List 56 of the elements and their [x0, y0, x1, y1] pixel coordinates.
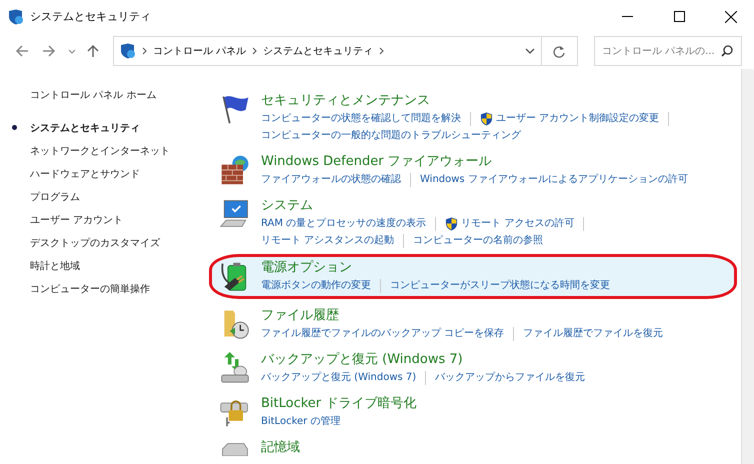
task-link[interactable]: コンピューターの名前の参照 — [413, 234, 552, 248]
task-link[interactable]: コンピューターの一般的な問題のトラブルシューティング — [261, 128, 530, 142]
category-title-link[interactable]: Windows Defender ファイアウォール — [261, 152, 706, 171]
task-link[interactable]: ファイル履歴でファイルのバックアップ コピーを保存 — [261, 326, 514, 340]
task-link[interactable]: リモート アシスタンスの起動 — [261, 234, 404, 248]
task-link[interactable]: ファイル履歴でファイルを復元 — [523, 326, 672, 340]
breadcrumb-item[interactable]: システムとセキュリティ — [262, 44, 373, 58]
chevron-down-icon[interactable] — [524, 48, 535, 54]
scrollbar[interactable] — [741, 69, 754, 464]
sidebar-item[interactable]: コントロール パネル ホーム — [0, 83, 212, 106]
category-title-link[interactable]: 電源オプション — [261, 258, 628, 277]
breadcrumb-item[interactable]: コントロール パネル — [152, 44, 246, 58]
sidebar-item[interactable]: システムとセキュリティ — [0, 116, 212, 139]
sidebar-item[interactable]: ユーザー アカウント — [0, 208, 212, 231]
task-link[interactable]: RAM の量とプロセッサの速度の表示 — [261, 216, 436, 230]
task-link[interactable]: 電源ボタンの動作の変更 — [261, 278, 381, 292]
task-link[interactable]: バックアップからファイルを復元 — [435, 370, 594, 384]
sidebar-item[interactable]: コンピューターの簡単操作 — [0, 277, 212, 300]
task-link[interactable]: リモート アクセスの許可 — [445, 216, 584, 230]
arrow-up-icon — [86, 44, 99, 58]
address-bar[interactable]: コントロール パネル システムとセキュリティ — [112, 36, 578, 66]
task-link[interactable]: Windows ファイアウォールによるアプリケーションの許可 — [420, 172, 697, 186]
shield-app-icon — [120, 43, 136, 59]
arrow-left-icon — [14, 45, 29, 57]
minimize-icon — [622, 16, 632, 17]
category-title-link[interactable]: BitLocker ドライブ暗号化 — [261, 394, 416, 413]
close-icon — [725, 10, 737, 22]
category-title-link[interactable]: ファイル履歴 — [261, 306, 682, 325]
category-title-link[interactable]: 記憶域 — [261, 438, 300, 457]
category-title-link[interactable]: システム — [261, 196, 594, 215]
sidebar-item[interactable]: 時計と地域 — [0, 254, 212, 277]
refresh-icon — [553, 44, 566, 58]
shield-app-icon — [8, 8, 24, 24]
shield-icon — [480, 112, 493, 126]
task-link[interactable]: BitLocker の管理 — [261, 414, 350, 428]
task-link[interactable]: コンピューターがスリープ状態になる時間を変更 — [390, 278, 619, 292]
task-link[interactable]: ファイアウォールの状態の確認 — [261, 172, 411, 186]
category-title-link[interactable]: バックアップと復元 (Windows 7) — [261, 350, 604, 369]
sidebar-item[interactable]: デスクトップのカスタマイズ — [0, 231, 212, 254]
shield-icon — [445, 216, 458, 230]
sidebar-item[interactable]: ハードウェアとサウンド — [0, 162, 212, 185]
window-title: システムとセキュリティ — [30, 9, 152, 24]
search-icon — [720, 45, 733, 57]
chevron-right-icon — [142, 47, 147, 55]
sidebar-item[interactable]: ネットワークとインターネット — [0, 139, 212, 162]
category-title-link[interactable]: セキュリティとメンテナンス — [261, 91, 678, 110]
chevron-right-icon — [378, 47, 384, 55]
task-link[interactable]: ユーザー アカウント制御設定の変更 — [480, 112, 670, 126]
search-field[interactable]: コントロール パネルの... — [594, 36, 742, 66]
sidebar-item[interactable]: プログラム — [0, 185, 212, 208]
chevron-right-icon — [252, 47, 257, 55]
task-link[interactable]: コンピューターの状態を確認して問題を解決 — [261, 112, 471, 126]
arrow-right-icon — [42, 45, 56, 57]
chevron-down-icon — [68, 48, 76, 54]
task-link[interactable]: バックアップと復元 (Windows 7) — [261, 370, 426, 384]
maximize-icon — [674, 11, 684, 22]
